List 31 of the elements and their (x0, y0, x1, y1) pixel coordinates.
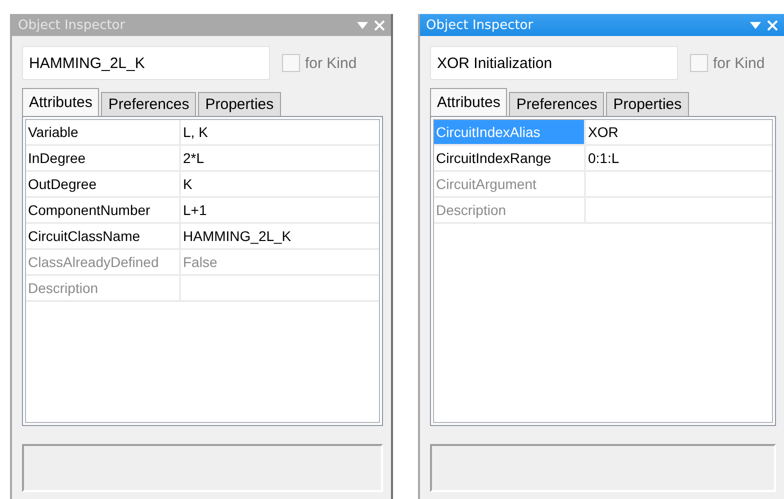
tab[interactable]: Attributes (430, 88, 508, 116)
name-field[interactable]: HAMMING_2L_K (22, 46, 270, 80)
checkbox[interactable] (282, 54, 300, 72)
tab[interactable]: Preferences (509, 92, 604, 116)
property-name[interactable]: OutDegree (26, 172, 181, 196)
tab[interactable]: Attributes (22, 88, 100, 116)
property-value[interactable]: XOR (586, 120, 772, 144)
property-name[interactable]: CircuitClassName (26, 224, 181, 248)
checkbox[interactable] (690, 54, 708, 72)
dropdown-icon[interactable] (357, 22, 368, 28)
close-icon[interactable] (374, 20, 385, 30)
property-value[interactable]: 2*L (181, 146, 379, 170)
property-name[interactable]: Variable (26, 120, 181, 144)
checkbox-label: for Kind (305, 54, 357, 72)
window-title: Object Inspector (426, 18, 534, 32)
property-value[interactable]: L, K (181, 120, 379, 144)
tab[interactable]: Properties (606, 92, 689, 116)
checkbox-label: for Kind (713, 54, 765, 72)
property-name[interactable]: InDegree (26, 146, 181, 170)
property-value[interactable]: HAMMING_2L_K (181, 224, 379, 248)
property-value[interactable]: 0:1:L (586, 146, 772, 170)
dropdown-icon[interactable] (750, 22, 761, 28)
property-value[interactable]: L+1 (181, 198, 379, 222)
window-title: Object Inspector (18, 18, 126, 32)
close-icon[interactable] (767, 20, 778, 30)
name-field[interactable]: XOR Initialization (430, 46, 678, 80)
tab[interactable]: Preferences (101, 92, 196, 116)
property-value[interactable]: K (181, 172, 379, 196)
property-name[interactable]: ComponentNumber (26, 198, 181, 222)
property-name[interactable]: CircuitIndexRange (434, 146, 586, 170)
tab[interactable]: Properties (198, 92, 281, 116)
